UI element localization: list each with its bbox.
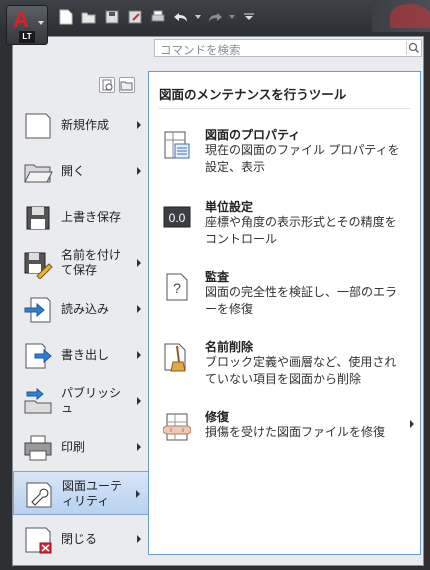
- menu-item-save[interactable]: 上書き保存: [13, 195, 149, 239]
- chevron-right-icon: [137, 259, 141, 267]
- drawing-utilities-panel: 図面のメンテナンスを行うツール 図面のプロパティ 現在の図面のファイル プロパテ…: [148, 71, 421, 555]
- audit-icon-text: ?: [173, 280, 181, 296]
- panel-item-drawing-properties[interactable]: 図面のプロパティ 現在の図面のファイル プロパティを設定、表示: [149, 126, 420, 182]
- menu-item-close[interactable]: 閉じる: [13, 517, 149, 561]
- menu-item-label: 名前を付けて保存: [61, 248, 122, 277]
- menu-item-label: 閉じる: [61, 531, 98, 546]
- save-icon[interactable]: [102, 7, 122, 27]
- chevron-right-icon: [137, 443, 141, 451]
- menu-item-label: 読み込み: [61, 301, 110, 316]
- drawing-area-background: [372, 0, 430, 32]
- undo-icon[interactable]: [171, 7, 191, 27]
- new-document-icon: [25, 113, 51, 139]
- quick-access-toolbar: [56, 7, 259, 27]
- close-document-icon: [25, 527, 52, 554]
- units-icon-text: 0.0: [169, 211, 186, 225]
- app-logo-badge: LT: [19, 31, 35, 43]
- panel-item-purge[interactable]: 名前削除 ブロック定義や画層など、使用されていない項目を図面から削除: [149, 338, 420, 394]
- save-as-icon[interactable]: [125, 7, 145, 27]
- menu-item-import[interactable]: 読み込み: [13, 287, 149, 331]
- chevron-down-icon: [38, 21, 44, 25]
- panel-item-audit[interactable]: ? 監査 図面の完全性を検証し、一部のエラーを修復: [149, 268, 420, 324]
- customize-toolbar-icon[interactable]: [239, 7, 259, 27]
- application-menu: コマンドを検索 新規作成 開く 上書き保存 名前を付けて保存 読み込み 書き出し…: [12, 36, 424, 566]
- background-logo: [390, 4, 430, 28]
- menu-item-drawing-utilities[interactable]: 図面ユーティリティ: [13, 471, 149, 515]
- search-icon[interactable]: [406, 41, 420, 55]
- drawing-properties-icon: [164, 131, 190, 159]
- new-icon[interactable]: [56, 7, 76, 27]
- recover-icon: [163, 413, 191, 441]
- panel-item-units[interactable]: 0.0 単位設定 座標や角度の表示形式とその精度をコントロール: [149, 198, 420, 254]
- redo-dropdown-icon[interactable]: [228, 7, 236, 27]
- export-icon: [25, 343, 52, 369]
- panel-item-title: 図面のプロパティ: [205, 128, 301, 142]
- panel-item-description: 現在の図面のファイル プロパティを設定、表示: [205, 143, 400, 174]
- menu-item-label: 開く: [61, 163, 86, 178]
- panel-heading: 図面のメンテナンスを行うツール: [159, 88, 347, 102]
- plot-icon[interactable]: [148, 7, 168, 27]
- menu-item-new[interactable]: 新規作成: [13, 103, 149, 147]
- panel-item-description: ブロック定義や画層など、使用されていない項目を図面から削除: [205, 355, 397, 386]
- panel-item-recover[interactable]: 修復 損傷を受けた図面ファイルを修復: [149, 408, 420, 448]
- menu-item-label: 新規作成: [61, 117, 110, 132]
- menu-item-label: 印刷: [61, 439, 86, 454]
- chevron-right-icon: [137, 121, 141, 129]
- chevron-right-icon: [410, 420, 414, 428]
- chevron-right-icon: [137, 305, 141, 313]
- save-icon: [26, 206, 50, 230]
- panel-item-description: 損傷を受けた図面ファイルを修復: [205, 425, 386, 439]
- units-icon: 0.0: [163, 206, 191, 228]
- open-icon[interactable]: [79, 7, 99, 27]
- chevron-right-icon: [137, 535, 141, 543]
- undo-dropdown-icon[interactable]: [194, 7, 202, 27]
- application-menu-button[interactable]: A LT: [6, 5, 48, 45]
- command-search-input[interactable]: コマンドを検索: [154, 39, 422, 57]
- panel-item-description: 座標や角度の表示形式とその精度をコントロール: [205, 215, 397, 246]
- import-icon: [24, 297, 51, 323]
- purge-icon: [164, 343, 186, 372]
- menu-item-open[interactable]: 開く: [13, 149, 149, 193]
- panel-item-title: 名前削除: [205, 340, 254, 354]
- publish-icon: [24, 387, 52, 414]
- chevron-right-icon: [136, 490, 140, 498]
- save-as-icon: [24, 252, 53, 279]
- printer-icon: [24, 435, 52, 461]
- chevron-right-icon: [137, 167, 141, 175]
- menu-item-label: 図面ユーティリティ: [62, 479, 123, 508]
- recent-documents-button[interactable]: [99, 77, 115, 93]
- folder-open-icon: [24, 164, 53, 183]
- panel-item-description: 図面の完全性を検証し、一部のエラーを修復: [205, 285, 398, 316]
- menu-item-publish[interactable]: パブリッシュ: [13, 379, 149, 423]
- menu-item-export[interactable]: 書き出し: [13, 333, 149, 377]
- menu-item-label: パブリッシュ: [61, 386, 122, 415]
- chevron-right-icon: [137, 351, 141, 359]
- divider: [159, 108, 410, 109]
- chevron-right-icon: [137, 397, 141, 405]
- wrench-icon: [26, 482, 52, 508]
- search-placeholder: コマンドを検索: [160, 45, 241, 57]
- menu-item-save-as[interactable]: 名前を付けて保存: [13, 241, 149, 285]
- panel-item-title: 単位設定: [205, 200, 254, 214]
- panel-item-title: 監査: [205, 270, 230, 284]
- menu-item-print[interactable]: 印刷: [13, 425, 149, 469]
- redo-icon[interactable]: [205, 7, 225, 27]
- app-logo-letter: A: [13, 7, 29, 32]
- panel-item-title: 修復: [205, 410, 230, 424]
- open-documents-button[interactable]: [119, 77, 135, 93]
- menu-item-label: 上書き保存: [61, 209, 122, 224]
- menu-item-label: 書き出し: [61, 347, 110, 362]
- audit-icon: ?: [166, 273, 188, 301]
